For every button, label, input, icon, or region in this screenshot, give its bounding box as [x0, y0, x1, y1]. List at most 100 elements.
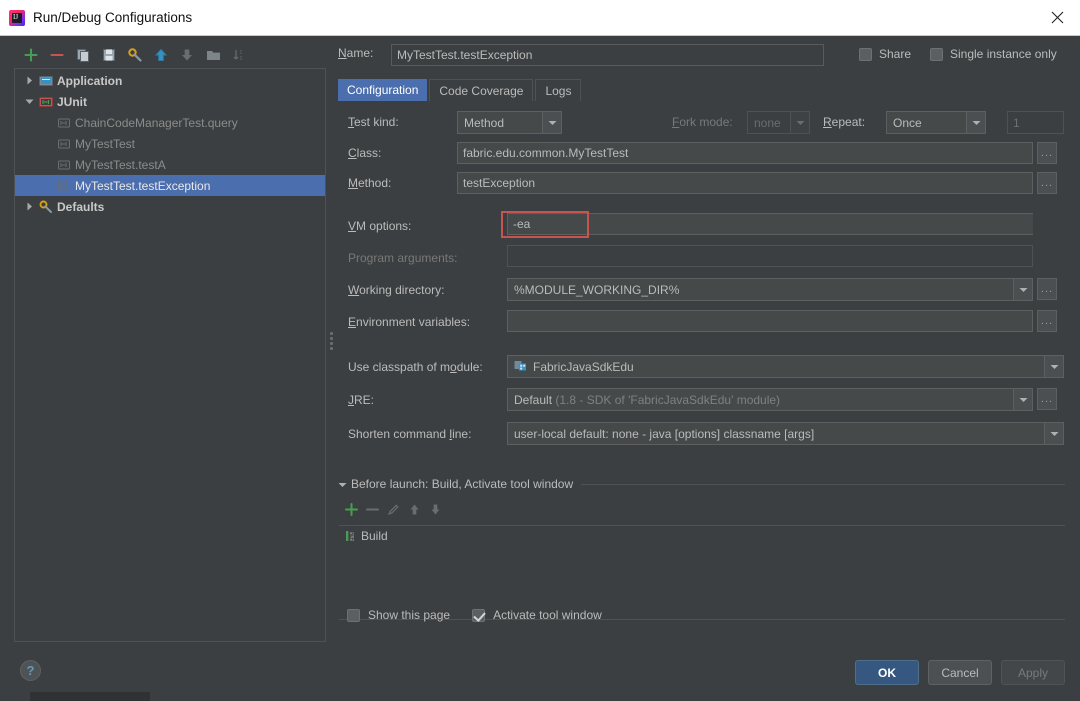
tree-item-defaults[interactable]: Defaults [15, 196, 325, 217]
repeat-label: Repeat: [823, 115, 866, 129]
configurations-toolbar: 1 2 [14, 42, 326, 68]
application-icon [37, 70, 55, 91]
repeat-count-input: 1 [1007, 111, 1064, 134]
before-launch-task-list[interactable]: 01 10 01 Build [339, 525, 1065, 620]
tree-item-label: Defaults [57, 199, 105, 214]
tab-code-coverage[interactable]: Code Coverage [429, 79, 534, 101]
tab-logs[interactable]: Logs [535, 79, 582, 101]
jre-value: Default [514, 392, 553, 407]
use-classpath-combo[interactable]: FabricJavaSdkEdu [507, 355, 1064, 378]
vm-options-highlight-box [501, 211, 589, 238]
move-down-button [174, 43, 200, 67]
jre-browse-button[interactable]: ... [1037, 388, 1057, 410]
working-directory-combo[interactable]: %MODULE_WORKING_DIR% [507, 278, 1033, 301]
program-arguments-input[interactable] [507, 245, 1033, 267]
intellij-idea-icon: IJ [9, 9, 25, 26]
tree-item-mytesttest[interactable]: MyTestTest [15, 133, 325, 154]
triangle-down-icon[interactable] [21, 91, 37, 112]
shorten-command-line-combo[interactable]: user-local default: none - java [options… [507, 422, 1064, 445]
help-icon: ? [26, 663, 35, 678]
activate-tool-window-label: Activate tool window [493, 608, 602, 622]
remove-configuration-button[interactable] [44, 43, 70, 67]
tab-configuration[interactable]: Configuration [338, 79, 428, 101]
vm-options-label: VM options: [348, 219, 412, 233]
triangle-right-icon[interactable] [21, 70, 37, 91]
shorten-command-line-label: Shorten command line: [348, 427, 472, 441]
tree-item-label: MyTestTest.testException [75, 178, 211, 193]
create-folder-button [200, 43, 226, 67]
fork-mode-label: Fork mode: [672, 115, 733, 129]
tree-item-mytesttest-testexception[interactable]: MyTestTest.testException [15, 175, 325, 196]
method-browse-button[interactable]: ... [1037, 172, 1057, 194]
close-icon[interactable] [1034, 0, 1080, 35]
build-icon: 01 10 01 [343, 529, 361, 543]
help-button[interactable]: ? [20, 660, 41, 681]
show-this-page-label: Show this page [368, 608, 451, 622]
tree-item-chaincodemanagertest-query[interactable]: ChainCodeManagerTest.query [15, 112, 325, 133]
list-item[interactable]: 01 10 01 Build [339, 526, 1065, 546]
show-this-page-checkbox[interactable] [347, 608, 360, 622]
jre-value-hint: (1.8 - SDK of 'FabricJavaSdkEdu' module) [555, 392, 781, 407]
share-checkbox[interactable] [859, 47, 872, 61]
before-launch-toolbar [345, 503, 442, 519]
tree-item-label: ChainCodeManagerTest.query [75, 115, 238, 130]
junit-test-icon [55, 154, 73, 175]
name-input[interactable]: MyTestTest.testException [391, 44, 824, 66]
svg-text:2: 2 [240, 56, 243, 62]
activate-tool-window-checkbox[interactable] [472, 608, 486, 622]
tree-item-mytesttest-testa[interactable]: MyTestTest.testA [15, 154, 325, 175]
add-task-button[interactable] [345, 503, 358, 519]
before-launch-title: Before launch: Build, Activate tool wind… [351, 477, 574, 491]
tab-label: Logs [545, 83, 572, 98]
tree-item-label: Application [57, 73, 123, 88]
working-directory-browse-button[interactable]: ... [1037, 278, 1057, 300]
edit-task-pencil-icon [387, 503, 400, 519]
configurations-tree[interactable]: Application JUnit ChainCodeManagerTest.que… [15, 69, 325, 641]
cancel-button[interactable]: Cancel [928, 660, 992, 685]
chevron-down-icon [790, 112, 809, 133]
environment-variables-label: Environment variables: [348, 315, 471, 329]
working-directory-label: Working directory: [348, 283, 445, 297]
environment-variables-input[interactable] [507, 310, 1033, 332]
single-instance-checkbox[interactable] [930, 47, 943, 61]
move-up-button[interactable] [148, 43, 174, 67]
program-arguments-label: Program arguments: [348, 251, 458, 265]
window-title: Run/Debug Configurations [33, 10, 193, 25]
sort-configurations-button: 1 2 [226, 43, 252, 67]
copy-configuration-button[interactable] [70, 43, 96, 67]
tree-item-application[interactable]: Application [15, 70, 325, 91]
tree-item-label: MyTestTest [75, 136, 136, 151]
method-input[interactable]: testException [457, 172, 1033, 194]
repeat-combo[interactable]: Once [886, 111, 986, 134]
chevron-down-icon [1044, 356, 1063, 377]
tree-item-junit[interactable]: JUnit [15, 91, 325, 112]
window-titlebar: IJ Run/Debug Configurations [0, 0, 1080, 36]
test-kind-combo[interactable]: Method [457, 111, 562, 134]
share-label: Share [879, 47, 912, 61]
before-launch-options: Show this page Activate tool window [347, 608, 602, 622]
tree-item-label: JUnit [57, 94, 87, 109]
chevron-down-icon [1013, 389, 1032, 410]
task-label: Build [361, 529, 388, 543]
single-instance-label: Single instance only [950, 47, 1057, 61]
before-launch-section-header[interactable]: Before launch: Build, Activate tool wind… [338, 477, 1065, 491]
move-task-up-button [408, 503, 421, 519]
class-browse-button[interactable]: ... [1037, 142, 1057, 164]
tab-bar: Configuration Code Coverage Logs [338, 79, 582, 101]
fork-mode-combo: none [747, 111, 810, 134]
junit-test-icon [55, 112, 73, 133]
jre-combo[interactable]: Default (1.8 - SDK of 'FabricJavaSdkEdu'… [507, 388, 1033, 411]
ok-button[interactable]: OK [855, 660, 919, 685]
add-configuration-button[interactable] [18, 43, 44, 67]
panel-splitter-handle[interactable] [328, 330, 335, 354]
remove-task-button [366, 503, 379, 519]
environment-variables-browse-button[interactable]: ... [1037, 310, 1057, 332]
class-input[interactable]: fabric.edu.common.MyTestTest [457, 142, 1033, 164]
save-configuration-button[interactable] [96, 43, 122, 67]
svg-text:01: 01 [350, 539, 354, 543]
taskbar-artifact [30, 692, 150, 701]
edit-defaults-wrench-icon[interactable] [122, 43, 148, 67]
test-kind-label: Test kind: [348, 115, 399, 129]
apply-button: Apply [1001, 660, 1065, 685]
triangle-right-icon[interactable] [21, 196, 37, 217]
